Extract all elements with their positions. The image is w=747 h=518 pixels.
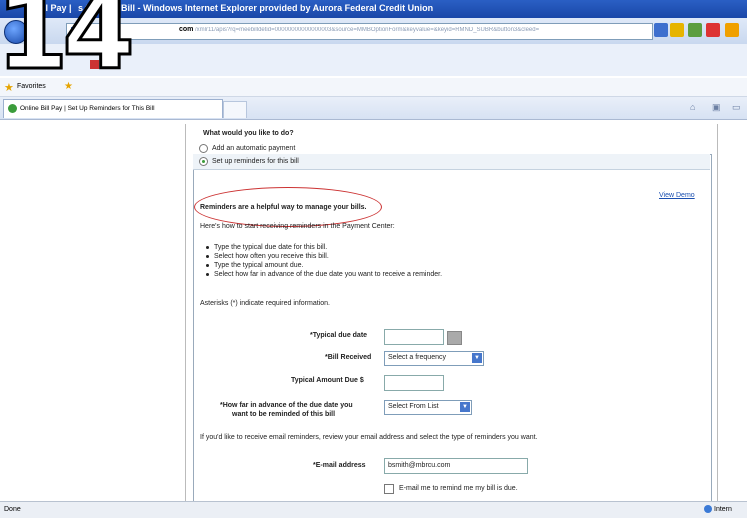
window-title: s for This Bill - Windows Internet Explo… xyxy=(78,3,434,13)
calendar-icon[interactable] xyxy=(447,331,462,345)
bill-received-label: *Bill Received xyxy=(325,354,372,361)
asterisk-note: Asterisks (*) indicate required informat… xyxy=(200,300,330,307)
step-number: 14 xyxy=(0,0,136,93)
email-input[interactable]: bsmith@mbrcu.com xyxy=(384,458,528,474)
advance-label-line1: *How far in advance of the due date you xyxy=(220,402,353,409)
chevron-down-icon: ▼ xyxy=(472,353,482,363)
step-4: Select how far in advance of the due dat… xyxy=(214,271,443,278)
refresh-icon[interactable] xyxy=(688,23,702,37)
address-host: com xyxy=(179,26,194,33)
step-2: Select how often you receive this bill. xyxy=(214,253,329,260)
email-reminder-label: E-mail me to remind me my bill is due. xyxy=(399,485,518,492)
tab-row: Online Bill Pay | Set Up Reminders for T… xyxy=(0,97,747,120)
view-demo-link[interactable]: View Demo xyxy=(659,192,695,199)
radio-automatic-payment[interactable] xyxy=(199,144,208,153)
security-zone-label: Intern xyxy=(714,505,732,513)
new-tab-button[interactable] xyxy=(223,101,247,118)
bullet xyxy=(206,255,209,258)
email-reminder-checkbox[interactable] xyxy=(384,484,394,494)
dropdown-icon[interactable] xyxy=(654,23,668,37)
status-text: Done xyxy=(4,506,21,513)
amount-input[interactable] xyxy=(384,375,444,391)
lock-icon[interactable] xyxy=(670,23,684,37)
question-heading: What would you like to do? xyxy=(203,130,294,137)
bullet xyxy=(206,264,209,267)
tab-label: Online Bill Pay | Set Up Reminders for T… xyxy=(20,105,155,112)
stop-icon[interactable] xyxy=(706,23,720,37)
bullet xyxy=(206,246,209,249)
option-set-reminders-label: Set up reminders for this bill xyxy=(212,158,299,165)
globe-icon xyxy=(704,505,712,513)
highlight-ellipse xyxy=(194,187,382,227)
advance-select[interactable]: Select From List ▼ xyxy=(384,400,472,415)
chevron-down-icon: ▼ xyxy=(460,402,470,412)
security-zone: Intern xyxy=(704,505,732,513)
amount-label: Typical Amount Due $ xyxy=(291,377,364,384)
tab-favicon-icon xyxy=(8,104,17,113)
home-icon[interactable]: ⌂ xyxy=(690,102,695,112)
search-provider-icon[interactable] xyxy=(725,23,739,37)
bullet xyxy=(206,273,209,276)
howto-text: Here's how to start receiving reminders … xyxy=(200,223,395,230)
radio-set-reminders[interactable] xyxy=(199,157,208,166)
advance-label-line2: want to be reminded of this bill xyxy=(232,411,336,418)
feeds-icon[interactable]: ▣ xyxy=(712,102,721,113)
address-url: /xmlr11/apis?rq=meebilldetid=00000000000… xyxy=(195,27,540,33)
due-date-input[interactable] xyxy=(384,329,444,345)
print-icon[interactable]: ▭ xyxy=(732,102,741,113)
due-date-label: *Typical due date xyxy=(310,332,368,339)
address-bar[interactable]: h com /xmlr11/apis?rq=meebilldetid=00000… xyxy=(66,23,653,40)
bill-received-select[interactable]: Select a frequency ▼ xyxy=(384,351,484,366)
step-1: Type the typical due date for this bill. xyxy=(214,244,328,251)
tab-bill-reminders[interactable]: Online Bill Pay | Set Up Reminders for T… xyxy=(3,99,223,118)
email-label: *E-mail address xyxy=(313,462,366,469)
status-bar: Done Intern xyxy=(0,501,747,518)
bill-received-value: Select a frequency xyxy=(388,354,446,361)
step-3: Type the typical amount due. xyxy=(214,262,304,269)
advance-value: Select From List xyxy=(388,403,439,410)
email-note: If you'd like to receive email reminders… xyxy=(200,434,538,441)
option-automatic-payment-label: Add an automatic payment xyxy=(212,145,296,152)
email-value: bsmith@mbrcu.com xyxy=(388,462,451,469)
